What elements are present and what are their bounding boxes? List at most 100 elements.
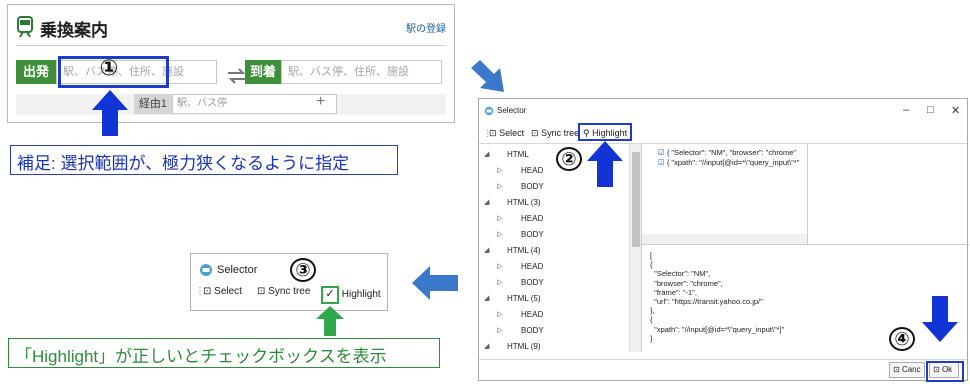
collapsed-icon[interactable]: ▷: [497, 182, 502, 190]
expanded-icon[interactable]: ◢: [484, 246, 489, 254]
robot-icon: [200, 264, 212, 276]
minimize-button[interactable]: –: [903, 104, 909, 116]
tree-scroll-thumb[interactable]: [632, 152, 640, 247]
diagonal-arrow-icon: [471, 60, 504, 92]
ok-button-highlight: [926, 361, 964, 382]
selector-titlebar: Selector – □ ✕: [479, 99, 967, 123]
attribute-list: ☑ { "Selector": "NM", "browser": "chrome…: [658, 148, 799, 174]
marker-4: ④: [889, 327, 915, 351]
sync-tree-button[interactable]: ⊡ Sync tree: [531, 126, 579, 140]
add-via-button[interactable]: +: [316, 93, 325, 111]
mini-highlight-label: Highlight: [341, 289, 381, 300]
code-line: }: [650, 333, 653, 343]
up-arrow-icon: [316, 306, 344, 336]
attributes-pane: ☑ { "Selector": "NM", "browser": "chrome…: [641, 144, 808, 244]
expanded-icon[interactable]: ◢: [484, 198, 489, 206]
mini-select-label: Select: [214, 286, 242, 297]
selector-code: [{ "Selector": "NM", "browser": "chrome"…: [650, 251, 784, 343]
mini-selector-title: Selector: [217, 264, 258, 276]
code-line: "frame": "-1",: [650, 287, 697, 297]
code-line: "url": "https://transit.yahoo.co.jp/": [650, 297, 763, 307]
code-line: [: [650, 251, 653, 260]
tree-item[interactable]: HTML (9): [507, 342, 540, 351]
left-arrow-icon: [412, 266, 458, 300]
attribute-text: { "xpath": "//input[@id=*\"query_input\"…: [666, 158, 800, 167]
marker-2: ②: [556, 147, 582, 171]
collapsed-icon[interactable]: ▷: [497, 278, 502, 286]
tree-item[interactable]: HTML (3): [507, 198, 540, 207]
collapsed-icon[interactable]: ▷: [497, 326, 502, 334]
selector-toolbar: ⋮ ⊡ Select ⊡ Sync tree ⚲ Highlight: [479, 123, 967, 144]
tree-item[interactable]: BODY: [521, 278, 544, 287]
tree-item[interactable]: BODY: [521, 182, 544, 191]
collapsed-icon[interactable]: ▷: [497, 262, 502, 270]
mini-sync-tree-button[interactable]: ⊡ Sync tree: [257, 286, 310, 297]
divider: [16, 45, 446, 46]
note-highlight-checkbox: 「Highlight」が正しいとチェックボックスを表示: [8, 338, 440, 368]
code-line: "browser": "chrome",: [650, 278, 723, 288]
sync-tree-icon: ⊡: [257, 286, 266, 297]
select-button[interactable]: ⊡ Select: [489, 126, 524, 140]
tree-item[interactable]: HEAD: [521, 214, 543, 223]
attribute-row[interactable]: ☑ { "xpath": "//input[@id=*\"query_input…: [658, 158, 799, 167]
train-icon: [17, 16, 33, 38]
highlight-button-highlight: [578, 123, 632, 141]
highlight-checkbox[interactable]: ✓: [321, 286, 339, 304]
attributes-hscrollbar[interactable]: [642, 234, 808, 244]
collapsed-icon[interactable]: ▷: [497, 166, 502, 174]
tree-item[interactable]: HTML (4): [507, 246, 540, 255]
tree-item[interactable]: HTML: [507, 150, 529, 159]
tree-item[interactable]: HEAD: [521, 166, 543, 175]
preview-pane: [807, 144, 969, 244]
via-input[interactable]: 駅、バス停: [172, 94, 337, 114]
mini-selector-window: Selector ⋮ ⊡ Select ⊡ Sync tree ✓ Highli…: [190, 253, 388, 311]
marker-1: ①: [99, 56, 119, 81]
sync-tree-label: Sync tree: [541, 128, 580, 138]
tree-item[interactable]: HEAD: [521, 310, 543, 319]
note-narrow-selection: 補足: 選択範囲が、極力狭くなるように指定: [10, 145, 398, 175]
code-line: "xpath": "//input[@id=*\"query_input\"*]…: [650, 324, 785, 334]
attribute-checkbox[interactable]: ☑: [658, 158, 667, 167]
collapsed-icon[interactable]: ▷: [497, 310, 502, 318]
code-line: {: [650, 315, 653, 325]
mini-highlight-button[interactable]: ✓ Highlight: [321, 286, 381, 304]
marker-3: ③: [290, 258, 316, 282]
code-line: },: [650, 306, 655, 316]
via-label: 経由1: [134, 94, 172, 114]
select-icon: ⊡: [489, 128, 497, 138]
code-line: "Selector": "NM",: [650, 269, 711, 279]
station-register-link[interactable]: 駅の登録: [406, 20, 446, 35]
robot-icon: [484, 106, 494, 116]
up-arrow-icon: [92, 90, 128, 136]
mini-select-button[interactable]: ⊡ Select: [203, 286, 242, 297]
close-button[interactable]: ✕: [951, 104, 960, 117]
collapsed-icon[interactable]: ▷: [497, 214, 502, 222]
attribute-row[interactable]: ☑ { "Selector": "NM", "browser": "chrome…: [658, 148, 796, 157]
select-label: Select: [499, 128, 525, 138]
tree-item[interactable]: BODY: [521, 230, 544, 239]
depart-label: 出発: [16, 60, 56, 84]
selector-footer: ⊡ Canc ⊡ Ok: [479, 359, 967, 380]
mini-sync-tree-label: Sync tree: [268, 286, 311, 297]
code-line: {: [650, 260, 653, 270]
expanded-icon[interactable]: ◢: [484, 342, 489, 350]
arrive-label: 到着: [245, 60, 281, 84]
tree-item[interactable]: HEAD: [521, 262, 543, 271]
cancel-label: Canc: [901, 365, 921, 374]
tree-item[interactable]: BODY: [521, 326, 544, 335]
transit-title: 乗換案内: [40, 21, 108, 40]
expanded-icon[interactable]: ◢: [484, 150, 489, 158]
sync-tree-icon: ⊡: [531, 128, 539, 138]
select-icon: ⊡: [203, 286, 212, 297]
down-arrow-icon: [922, 296, 958, 342]
maximize-button[interactable]: □: [927, 104, 934, 116]
tree-item[interactable]: HTML (5): [507, 294, 540, 303]
collapsed-icon[interactable]: ▷: [497, 230, 502, 238]
expanded-icon[interactable]: ◢: [484, 294, 489, 302]
attribute-text: { "Selector": "NM", "browser": "chrome": [666, 148, 797, 157]
cancel-button[interactable]: ⊡ Canc: [889, 362, 925, 378]
arrive-input[interactable]: 駅、バス停、住所、施設: [281, 60, 442, 84]
up-arrow-icon: [587, 141, 623, 187]
attribute-checkbox[interactable]: ☑: [658, 148, 667, 157]
selector-title: Selector: [497, 106, 527, 115]
